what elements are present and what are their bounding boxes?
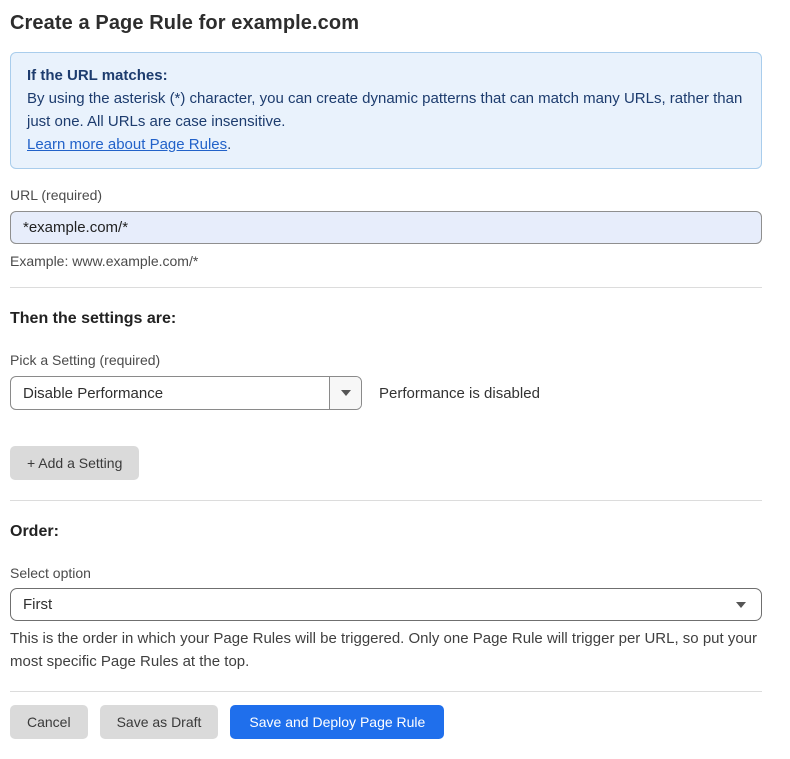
pick-setting-label: Pick a Setting (required) [10, 352, 762, 368]
order-select[interactable]: First [10, 588, 762, 621]
info-box-body: By using the asterisk (*) character, you… [27, 87, 745, 133]
setting-status-text: Performance is disabled [379, 385, 540, 402]
info-box-link-line: Learn more about Page Rules. [27, 133, 745, 156]
order-select-value: First [23, 596, 52, 613]
url-example-helper: Example: www.example.com/* [10, 253, 762, 269]
setting-select-arrow-button[interactable] [329, 377, 361, 409]
chevron-down-icon [736, 602, 746, 608]
info-box-heading: If the URL matches: [27, 64, 745, 87]
url-field-label: URL (required) [10, 187, 762, 203]
link-suffix: . [227, 136, 231, 153]
create-page-rule-page: Create a Page Rule for example.com If th… [0, 0, 790, 759]
page-title: Create a Page Rule for example.com [10, 12, 762, 35]
order-section-heading: Order: [10, 523, 762, 541]
setting-row: Disable Performance Performance is disab… [10, 376, 762, 410]
order-select-label: Select option [10, 565, 762, 581]
url-input[interactable] [10, 211, 762, 244]
url-match-info-box: If the URL matches: By using the asteris… [10, 52, 762, 169]
actions-row: Cancel Save as Draft Save and Deploy Pag… [10, 705, 762, 739]
divider [10, 287, 762, 288]
save-draft-button[interactable]: Save as Draft [100, 705, 219, 739]
chevron-down-icon [341, 390, 351, 396]
save-deploy-button[interactable]: Save and Deploy Page Rule [230, 705, 444, 739]
setting-select-value: Disable Performance [11, 377, 329, 409]
settings-section-heading: Then the settings are: [10, 310, 762, 328]
learn-more-link[interactable]: Learn more about Page Rules [27, 136, 227, 153]
divider [10, 691, 762, 692]
setting-select[interactable]: Disable Performance [10, 376, 362, 410]
cancel-button[interactable]: Cancel [10, 705, 88, 739]
order-helper-text: This is the order in which your Page Rul… [10, 627, 762, 673]
divider [10, 500, 762, 501]
add-setting-button[interactable]: + Add a Setting [10, 446, 139, 480]
